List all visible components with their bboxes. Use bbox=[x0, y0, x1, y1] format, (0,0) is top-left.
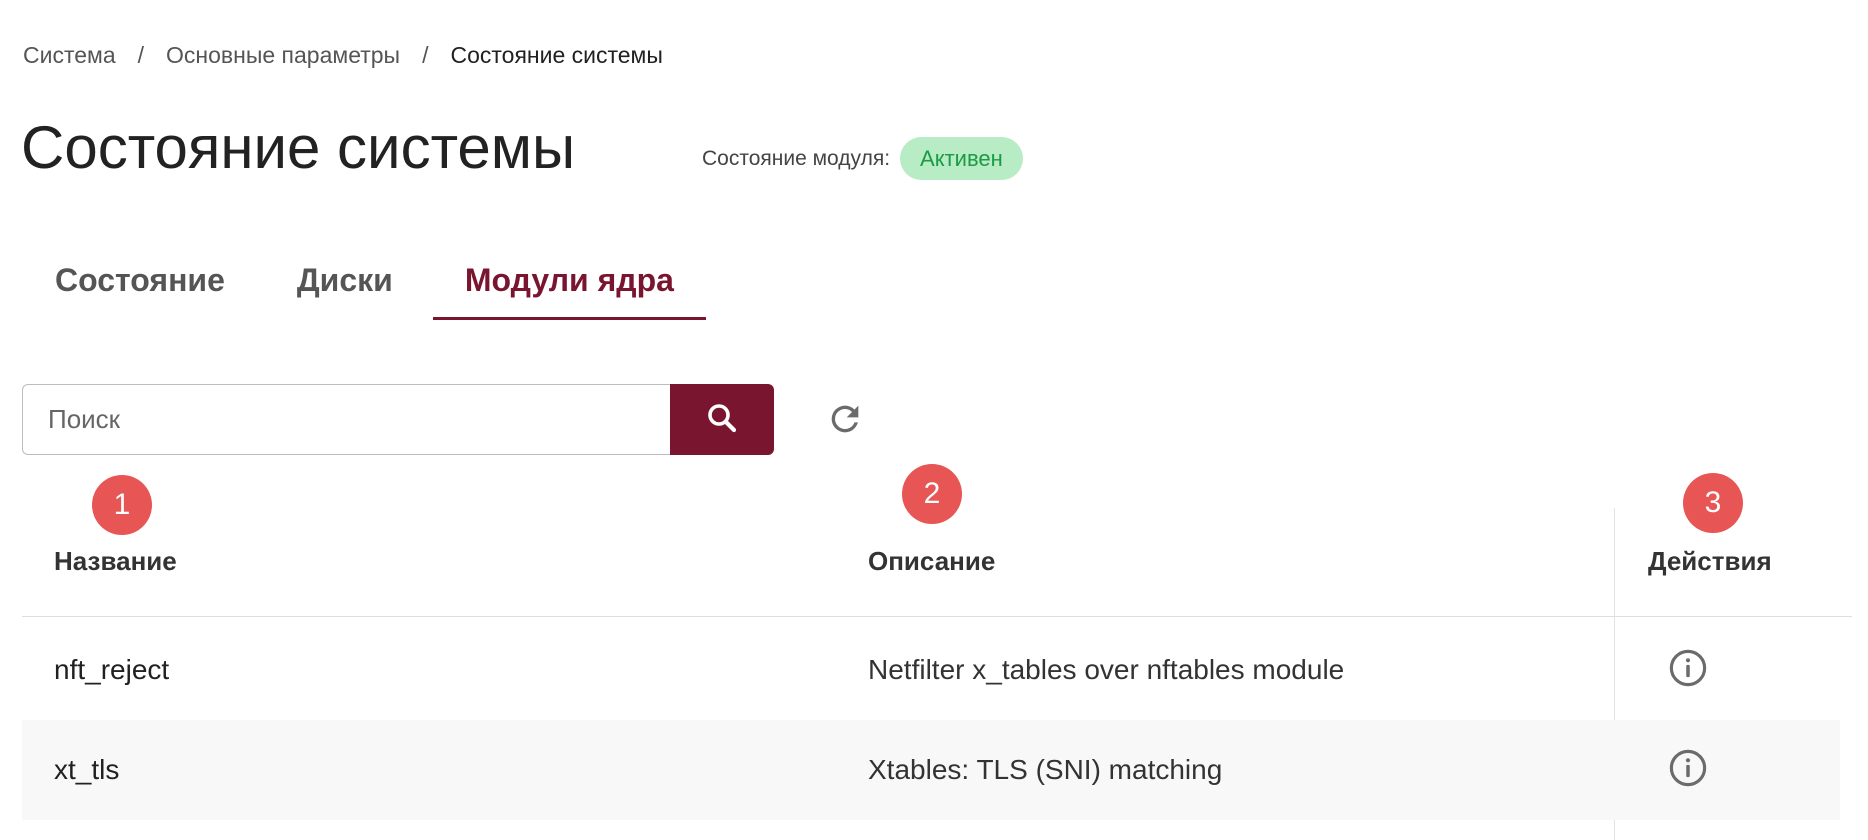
tab-status[interactable]: Состояние bbox=[23, 248, 257, 320]
search-icon bbox=[704, 400, 740, 439]
breadcrumb: Система / Основные параметры / Состояние… bbox=[23, 42, 663, 69]
refresh-icon bbox=[825, 399, 865, 444]
column-header-description[interactable]: Описание bbox=[868, 546, 995, 577]
tab-bar: Состояние Диски Модули ядра bbox=[23, 248, 706, 320]
info-button[interactable] bbox=[1667, 749, 1709, 791]
page-title: Состояние системы bbox=[21, 114, 576, 181]
info-button[interactable] bbox=[1667, 649, 1709, 691]
cell-module-description: Netfilter x_tables over nftables module bbox=[868, 654, 1345, 685]
annotation-marker-2: 2 bbox=[902, 464, 962, 524]
search-button[interactable] bbox=[670, 384, 774, 455]
info-icon bbox=[1667, 647, 1709, 694]
cell-module-name: xt_tls bbox=[54, 754, 120, 785]
module-status-label: Состояние модуля: bbox=[702, 146, 891, 170]
module-status: Состояние модуля: Активен bbox=[702, 137, 1023, 180]
column-header-name[interactable]: Название bbox=[54, 546, 177, 577]
tab-disks[interactable]: Диски bbox=[257, 248, 433, 320]
breadcrumb-item-current: Состояние системы bbox=[450, 42, 663, 68]
breadcrumb-separator: / bbox=[422, 42, 429, 68]
tab-kernel-modules[interactable]: Модули ядра bbox=[432, 248, 706, 320]
cell-module-description: Xtables: TLS (SNI) matching bbox=[868, 754, 1223, 785]
annotation-marker-3: 3 bbox=[1683, 473, 1743, 533]
search-input[interactable] bbox=[22, 384, 670, 455]
cell-module-name: nft_reject bbox=[54, 654, 170, 685]
refresh-button[interactable] bbox=[822, 398, 868, 444]
table-row: nft_reject Netfilter x_tables over nftab… bbox=[22, 620, 1840, 720]
search-box bbox=[22, 384, 774, 455]
breadcrumb-separator: / bbox=[137, 42, 145, 68]
status-badge: Активен bbox=[900, 137, 1023, 180]
annotation-marker-1: 1 bbox=[92, 475, 152, 535]
table-header-divider bbox=[22, 616, 1852, 617]
breadcrumb-item-system[interactable]: Система bbox=[23, 42, 116, 69]
breadcrumb-item-basic-params[interactable]: Основные параметры bbox=[166, 42, 400, 69]
info-icon bbox=[1667, 747, 1709, 794]
table-row: xt_tls Xtables: TLS (SNI) matching bbox=[22, 720, 1840, 820]
column-header-actions: Действия bbox=[1648, 546, 1772, 576]
